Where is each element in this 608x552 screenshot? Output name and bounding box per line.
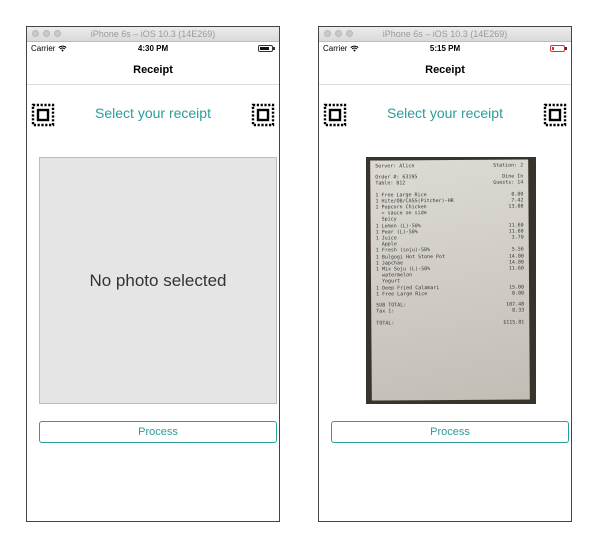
select-receipt-label: Select your receipt	[387, 105, 503, 121]
window-controls	[324, 30, 353, 37]
battery-icon	[258, 45, 275, 52]
total-value: $115.81	[503, 319, 525, 327]
tax-value: 8.33	[512, 307, 525, 314]
receipt-item-price: 11.60	[508, 265, 524, 272]
status-bar: Carrier 5:15 PM	[319, 42, 571, 56]
total-label: TOTAL:	[376, 320, 395, 327]
status-time: 4:30 PM	[137, 44, 169, 53]
simulator-title: iPhone 6s – iOS 10.3 (14E269)	[382, 29, 508, 39]
battery-fill	[260, 47, 269, 50]
window-controls	[32, 30, 61, 37]
no-photo-label: No photo selected	[89, 270, 227, 290]
scan-icon[interactable]	[251, 103, 275, 127]
zoom-window-button[interactable]	[54, 30, 61, 37]
minimize-window-button[interactable]	[43, 30, 50, 37]
nav-title: Receipt	[27, 56, 279, 85]
simulator-window-right: iPhone 6s – iOS 10.3 (14E269) Carrier 5:…	[318, 26, 572, 522]
receipt-table: Table: B12	[375, 180, 406, 187]
close-window-button[interactable]	[32, 30, 39, 37]
select-receipt-row: Select your receipt	[27, 85, 279, 141]
simulator-titlebar: iPhone 6s – iOS 10.3 (14E269)	[27, 27, 279, 42]
receipt-paper: Server: Alice Station: 2 Order #: 63195 …	[370, 159, 530, 401]
photo-placeholder: No photo selected	[39, 157, 277, 404]
close-window-button[interactable]	[324, 30, 331, 37]
minimize-window-button[interactable]	[335, 30, 342, 37]
battery-icon	[550, 45, 567, 52]
status-time: 5:15 PM	[429, 44, 461, 53]
process-button[interactable]: Process	[39, 421, 277, 443]
receipt-item-text: 1 Free Large Rice	[376, 291, 428, 298]
simulator-window-left: iPhone 6s – iOS 10.3 (14E269) Carrier 4:…	[26, 26, 280, 522]
receipt-item-price: 0.00	[512, 290, 525, 297]
nav-title: Receipt	[319, 56, 571, 85]
receipt-item-price: 3.70	[511, 234, 524, 241]
tax-label: Tax 1:	[376, 308, 395, 315]
battery-fill	[552, 47, 554, 50]
simulator-title: iPhone 6s – iOS 10.3 (14E269)	[90, 29, 216, 39]
receipt-server: Server: Alice	[375, 163, 415, 170]
process-button[interactable]: Process	[331, 421, 569, 443]
select-receipt-row: Select your receipt	[319, 85, 571, 141]
receipt-guests: Guests: 14	[493, 179, 524, 187]
receipt-station: Station: 2	[493, 162, 524, 169]
select-receipt-label: Select your receipt	[95, 105, 211, 121]
receipt-items: 1 Free Large Rice 0.00 1 Hite/OB/CASS(Pitc…	[375, 191, 524, 297]
scan-icon[interactable]	[543, 103, 567, 127]
status-bar: Carrier 4:30 PM	[27, 42, 279, 56]
zoom-window-button[interactable]	[346, 30, 353, 37]
simulator-titlebar: iPhone 6s – iOS 10.3 (14E269)	[319, 27, 571, 42]
receipt-item-price: 13.00	[508, 203, 524, 210]
receipt-photo: Server: Alice Station: 2 Order #: 63195 …	[366, 157, 536, 404]
receipt-total-line: TOTAL: $115.81	[376, 320, 524, 327]
